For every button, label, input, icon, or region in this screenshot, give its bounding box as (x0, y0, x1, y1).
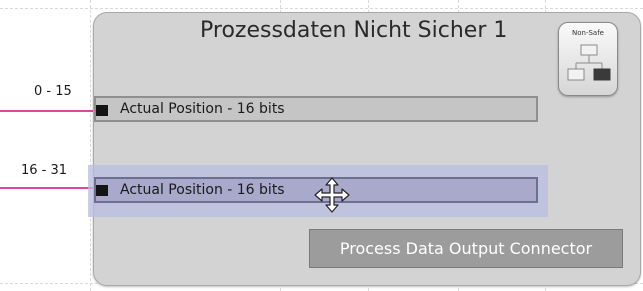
connection-wire-2[interactable] (0, 187, 96, 189)
non-safe-network-icon (567, 44, 611, 81)
module-title: Prozessdaten Nicht Sicher 1 (200, 18, 508, 43)
process-data-row-1[interactable]: Actual Position - 16 bits (94, 96, 538, 122)
connection-wire-1[interactable] (0, 110, 96, 112)
move-cursor-icon (314, 177, 350, 213)
input-port-2[interactable] (96, 185, 108, 196)
non-safe-caption: Non-Safe (572, 29, 604, 37)
process-data-output-connector-button[interactable]: Process Data Output Connector (309, 229, 623, 268)
non-safe-indicator[interactable]: Non-Safe (558, 22, 618, 96)
bit-range-label-2: 16 - 31 (21, 163, 68, 178)
bit-range-label-1: 0 - 15 (34, 84, 72, 99)
input-port-1[interactable] (96, 105, 108, 116)
